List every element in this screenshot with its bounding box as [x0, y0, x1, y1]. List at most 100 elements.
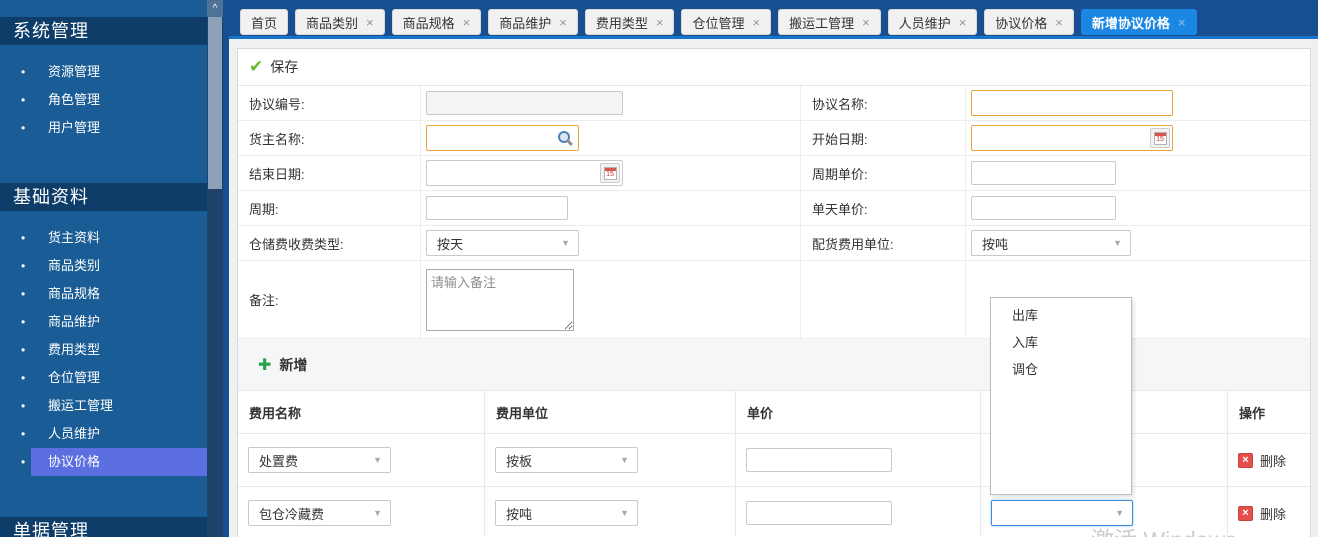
- tab-4[interactable]: 费用类型×: [585, 9, 675, 35]
- sidebar-item-label: 商品维护: [31, 308, 207, 336]
- sidebar-item-1-7[interactable]: •人员维护: [0, 420, 207, 448]
- tab-close-icon[interactable]: ×: [366, 16, 374, 29]
- dropdown-option-2[interactable]: 调仓: [991, 356, 1131, 383]
- remark-field[interactable]: [426, 269, 574, 331]
- save-button[interactable]: ✔ 保存: [249, 57, 298, 77]
- sidebar-item-label: 角色管理: [31, 86, 207, 114]
- tab-8[interactable]: 协议价格×: [984, 9, 1074, 35]
- tab-3[interactable]: 商品维护 ×: [488, 9, 578, 35]
- calendar-icon: 15: [604, 167, 617, 180]
- end-date-label: 结束日期:: [238, 156, 421, 190]
- sidebar-item-1-6[interactable]: •搬运工管理: [0, 392, 207, 420]
- tab-close-icon[interactable]: ×: [959, 16, 967, 29]
- sidebar-item-1-5[interactable]: •仓位管理: [0, 364, 207, 392]
- delete-button-1[interactable]: ×删除: [1238, 504, 1286, 523]
- end-date-field[interactable]: 15: [426, 160, 623, 186]
- table-header-cell-4: 操作: [1228, 391, 1310, 434]
- end-date-calendar-button[interactable]: 15: [600, 163, 620, 183]
- tab-close-icon[interactable]: ×: [656, 16, 664, 29]
- end-date-input[interactable]: [427, 161, 600, 185]
- agreement-name-field[interactable]: [971, 90, 1173, 116]
- main-area: 首页商品类别×商品规格×商品维护×费用类型×仓位管理×搬运工管理×人员维护×协议…: [229, 0, 1318, 537]
- tab-2[interactable]: 商品规格×: [392, 9, 482, 35]
- dropdown-arrow-icon: ▼: [620, 508, 629, 518]
- delivery-fee-unit-value: 按吨: [982, 234, 1008, 253]
- start-date-input[interactable]: [972, 126, 1150, 150]
- delete-icon: ×: [1238, 453, 1253, 468]
- start-date-calendar-button[interactable]: 15: [1150, 128, 1170, 148]
- day-price-label: 单天单价:: [801, 191, 966, 225]
- sidebar-item-0-1[interactable]: •角色管理: [0, 86, 207, 114]
- day-price-field[interactable]: [971, 196, 1116, 220]
- bullet-icon: •: [0, 364, 31, 392]
- tab-label: 商品维护: [499, 13, 551, 32]
- tab-1[interactable]: 商品类别×: [295, 9, 385, 35]
- tab-label: 仓位管理: [692, 13, 744, 32]
- sidebar-item-1-1[interactable]: •商品类别: [0, 252, 207, 280]
- scrollbar-thumb[interactable]: [208, 17, 222, 189]
- table-header-cell-0: 费用名称: [238, 391, 485, 434]
- tab-9[interactable]: 新增协议价格×: [1081, 9, 1197, 35]
- sidebar-item-0-2[interactable]: •用户管理: [0, 114, 207, 142]
- start-date-field[interactable]: 15: [971, 125, 1173, 151]
- agreement-name-label: 协议名称:: [801, 86, 966, 120]
- bullet-icon: •: [0, 336, 31, 364]
- owner-name-field[interactable]: [426, 125, 579, 151]
- dropdown-option-0[interactable]: 出库: [991, 302, 1131, 329]
- tab-0[interactable]: 首页: [240, 9, 288, 35]
- fee-unit-select-1-value: 按吨: [506, 504, 532, 523]
- search-icon[interactable]: [557, 130, 573, 146]
- delivery-fee-unit-select[interactable]: 按吨 ▼: [971, 230, 1131, 256]
- sidebar-item-1-0[interactable]: •货主资料: [0, 224, 207, 252]
- bullet-icon: •: [0, 392, 31, 420]
- tab-close-icon[interactable]: ×: [752, 16, 760, 29]
- fee-name-select-1[interactable]: 包仓冷藏费▼: [248, 500, 391, 526]
- fee-type-dropdown-panel: 出库入库调仓: [990, 297, 1132, 495]
- sidebar-item-0-0[interactable]: •资源管理: [0, 58, 207, 86]
- sidebar-item-1-4[interactable]: •费用类型: [0, 336, 207, 364]
- owner-name-input[interactable]: [427, 126, 557, 150]
- sidebar-scrollbar[interactable]: ^: [207, 0, 223, 537]
- sidebar-section-title-2: 单据管理: [0, 517, 207, 537]
- start-date-label: 开始日期:: [801, 121, 966, 155]
- unit-price-field-1[interactable]: [746, 501, 892, 525]
- tab-7[interactable]: 人员维护 ×: [888, 9, 978, 35]
- tab-6[interactable]: 搬运工管理 ×: [778, 9, 881, 35]
- tab-close-icon[interactable]: ×: [1055, 16, 1063, 29]
- delete-button-0[interactable]: ×删除: [1238, 451, 1286, 470]
- agreement-form: 协议编号: 协议名称: 货主名称: 开始日期:: [238, 86, 1310, 339]
- storage-fee-type-value: 按天: [437, 234, 463, 253]
- cycle-field[interactable]: [426, 196, 568, 220]
- sidebar-item-1-3[interactable]: •商品维护: [0, 308, 207, 336]
- sidebar-item-label: 仓位管理: [31, 364, 207, 392]
- scroll-up-button[interactable]: ^: [207, 0, 223, 17]
- tab-close-icon[interactable]: ×: [862, 16, 870, 29]
- sidebar-item-1-2[interactable]: •商品规格: [0, 280, 207, 308]
- bullet-icon: •: [0, 114, 31, 142]
- fee-unit-select-1[interactable]: 按吨 ▼: [495, 500, 638, 526]
- tab-label: 人员维护: [899, 13, 951, 32]
- unit-price-cell: [736, 434, 981, 487]
- sidebar-section-list-1: •货主资料•商品类别•商品规格•商品维护•费用类型•仓位管理•搬运工管理•人员维…: [0, 211, 207, 500]
- tab-close-icon[interactable]: ×: [559, 16, 567, 29]
- sidebar-item-1-8[interactable]: •协议价格: [0, 448, 207, 476]
- bullet-icon: •: [0, 58, 31, 86]
- tab-close-icon[interactable]: ×: [1178, 16, 1186, 29]
- dropdown-arrow-icon: ▼: [373, 508, 382, 518]
- cycle-price-label: 周期单价:: [801, 156, 966, 190]
- add-row-button[interactable]: ✚ 新增: [258, 355, 307, 375]
- tab-close-icon[interactable]: ×: [463, 16, 471, 29]
- sidebar-item-label: 货主资料: [31, 224, 207, 252]
- tab-label: 搬运工管理: [789, 13, 854, 32]
- dropdown-option-1[interactable]: 入库: [991, 329, 1131, 356]
- owner-name-label: 货主名称:: [238, 121, 421, 155]
- unit-price-field-0[interactable]: [746, 448, 892, 472]
- fee-name-select-0[interactable]: 处置费▼: [248, 447, 391, 473]
- tab-5[interactable]: 仓位管理 ×: [681, 9, 771, 35]
- fee-unit-select-0[interactable]: 按板▼: [495, 447, 638, 473]
- table-header-cell-1: 费用单位: [485, 391, 736, 434]
- activation-watermark: 激活 Windows: [1091, 521, 1237, 537]
- fee-name-select-0-value: 处置费: [259, 451, 298, 470]
- storage-fee-type-select[interactable]: 按天 ▼: [426, 230, 579, 256]
- cycle-price-field[interactable]: [971, 161, 1116, 185]
